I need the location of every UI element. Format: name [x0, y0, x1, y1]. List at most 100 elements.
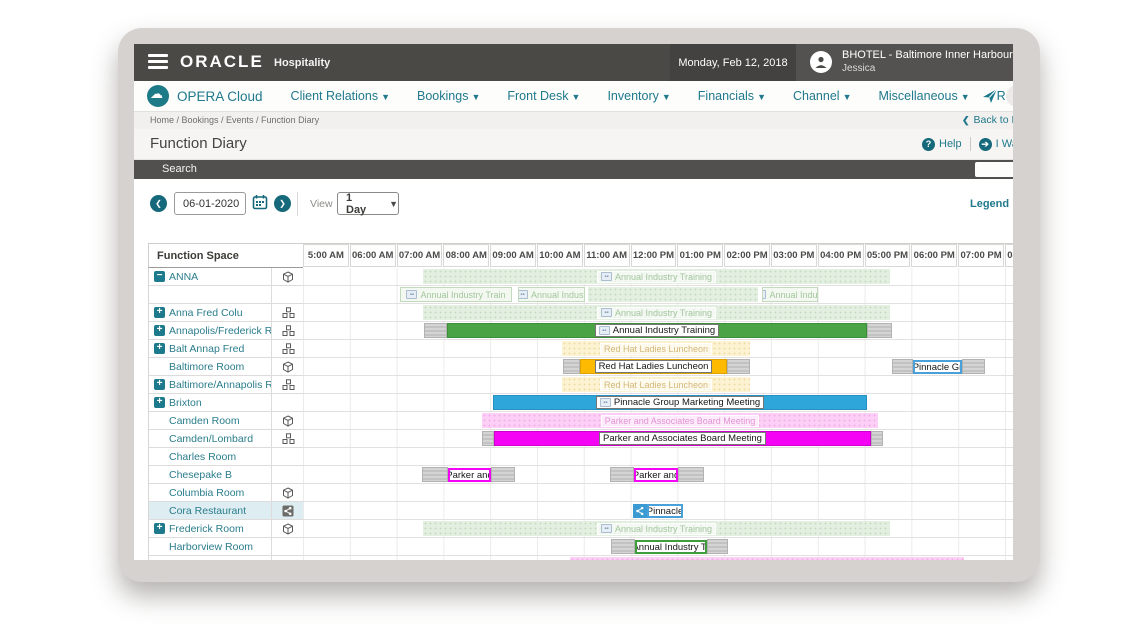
previous-day-button[interactable]: ❮ — [150, 195, 167, 212]
nav-item-front-desk[interactable]: Front Desk▼ — [507, 89, 580, 103]
function-space-name[interactable]: Chesepake B — [169, 469, 232, 481]
expand-icon[interactable]: + — [154, 307, 165, 318]
user-avatar-icon — [810, 51, 832, 73]
function-space-name[interactable]: Frederick Room — [169, 523, 244, 535]
expand-icon[interactable]: + — [154, 343, 165, 354]
function-space-name[interactable]: Columbia Room — [169, 487, 244, 499]
top-bar: ORACLE Hospitality Monday, Feb 12, 2018 … — [134, 44, 1013, 81]
i-want-to-icon[interactable]: ➔ — [979, 138, 992, 151]
event-bar[interactable]: ▪▪Annual Industry Training — [447, 323, 867, 338]
function-space-row: + Brixton — [148, 394, 303, 412]
event-label: Red Hat Ladies Luncheon — [600, 343, 712, 355]
function-space-row: Columbia Room — [148, 484, 303, 502]
legend-button[interactable]: Legend — [970, 198, 1009, 210]
time-slot: 10:00 AM — [537, 244, 583, 267]
function-space-name[interactable]: Baltimore Room — [169, 361, 244, 373]
help-icon[interactable]: ? — [922, 138, 935, 151]
event-bar[interactable]: Red Hat Ladies Luncheon — [562, 377, 750, 392]
event-bar[interactable]: ▪▪Pinnacle Group Marketing Meeting — [493, 395, 867, 410]
date-input[interactable] — [174, 192, 246, 215]
function-space-name[interactable]: Harborview Room — [169, 541, 253, 553]
function-space-name[interactable]: Charles Room — [169, 451, 236, 463]
nav-item-client-relations[interactable]: Client Relations▼ — [291, 89, 390, 103]
time-slot: 08:00 PM — [1005, 244, 1013, 267]
chevron-down-icon: ▼ — [572, 92, 581, 102]
breadcrumb[interactable]: Home / Bookings / Events / Function Diar… — [150, 115, 319, 125]
next-day-button[interactable]: ❯ — [274, 195, 291, 212]
setup-teardown-block[interactable] — [892, 359, 913, 374]
function-space-name[interactable]: Balt Annap Fred — [169, 343, 244, 355]
rocket-icon[interactable] — [980, 86, 1000, 106]
setup-teardown-block[interactable] — [727, 359, 750, 374]
event-label: ▪▪Pinnacle Group Marketing Meeting — [596, 396, 764, 409]
event-bar[interactable]: Pinnacle — [647, 504, 683, 518]
event-bar[interactable]: ▪▪Annual Indust — [518, 287, 585, 302]
calendar-icon[interactable] — [252, 194, 268, 210]
event-bar[interactable]: Parker and — [448, 468, 491, 482]
event-label: ▪▪Annual Industry Training — [597, 523, 716, 535]
event-bar[interactable]: ▪▪Annual Indust — [762, 287, 818, 302]
collapse-icon[interactable]: − — [154, 271, 165, 282]
setup-teardown-block[interactable] — [678, 467, 704, 482]
expand-icon[interactable]: + — [154, 397, 165, 408]
function-space-name[interactable]: Camden Room — [169, 415, 240, 427]
event-bar[interactable]: Red Hat Ladies Luncheon — [580, 359, 727, 374]
nav-item-bookings[interactable]: Bookings▼ — [417, 89, 480, 103]
hamburger-menu-icon[interactable] — [148, 54, 168, 70]
expand-icon[interactable]: + — [154, 523, 165, 534]
setup-teardown-block[interactable] — [610, 467, 634, 482]
event-bar[interactable]: Parker and Associates Board Meeting — [494, 431, 871, 446]
view-select[interactable]: 1 Day▼ — [337, 192, 399, 215]
setup-teardown-block[interactable] — [962, 359, 985, 374]
opera-cloud-icon[interactable]: ☁ — [147, 85, 169, 107]
expand-icon[interactable]: + — [154, 325, 165, 336]
setup-teardown-block[interactable] — [424, 323, 447, 338]
grid-row[interactable] — [303, 448, 1013, 466]
search-action-button[interactable] — [975, 162, 1013, 177]
app-window: ORACLE Hospitality Monday, Feb 12, 2018 … — [134, 44, 1013, 560]
grid-row[interactable] — [303, 484, 1013, 502]
function-space-name[interactable]: ANNA — [169, 271, 198, 283]
share-icon[interactable] — [633, 504, 647, 518]
nav-item-inventory[interactable]: Inventory▼ — [607, 89, 670, 103]
nav-item-financials[interactable]: Financials▼ — [698, 89, 766, 103]
nav-item-miscellaneous[interactable]: Miscellaneous▼ — [878, 89, 969, 103]
function-space-name[interactable]: Annapolis/Frederick Room — [169, 325, 271, 337]
event-bar[interactable]: Red Hat Ladies Luncheon — [562, 341, 750, 356]
setup-teardown-block[interactable] — [491, 467, 515, 482]
function-space-name[interactable]: Camden/Lombard — [169, 433, 253, 445]
nav-item-channel[interactable]: Channel▼ — [793, 89, 852, 103]
function-space-name[interactable]: Brixton — [169, 397, 202, 409]
event-bar[interactable]: Pinnacle Gr — [913, 360, 962, 374]
function-space-name[interactable]: Anna Fred Colu — [169, 307, 243, 319]
function-space-name[interactable]: Baltimore/Annapolis Roo — [169, 379, 271, 391]
setup-teardown-block[interactable] — [871, 431, 883, 446]
setup-teardown-block[interactable] — [482, 431, 494, 446]
event-bar[interactable]: Parker and Associates Board Meeting — [482, 413, 878, 428]
event-bar[interactable]: ▪▪Annual Industry Train — [400, 287, 512, 302]
account-area[interactable]: BHOTEL - Baltimore Inner Harbour East H … — [796, 44, 1013, 81]
event-type-icon: ▪▪ — [601, 524, 612, 533]
help-link[interactable]: Help — [939, 138, 962, 150]
function-space-row: Harborview Room — [148, 538, 303, 556]
opera-cloud-label[interactable]: OPERA Cloud — [177, 89, 263, 104]
function-space-row — [148, 556, 303, 560]
setup-teardown-block[interactable] — [422, 467, 448, 482]
event-bar[interactable] — [588, 287, 758, 302]
setup-teardown-block[interactable] — [707, 539, 728, 554]
function-space-name[interactable]: Cora Restaurant — [169, 505, 246, 517]
time-slot: 04:00 PM — [818, 244, 864, 267]
event-bar[interactable]: Parker and — [634, 468, 678, 482]
event-bar[interactable]: ▪▪Annual Industry Training — [423, 521, 890, 536]
search-bar[interactable]: Search — [134, 160, 1013, 179]
i-want-to-link[interactable]: I Wan — [996, 138, 1013, 150]
event-bar[interactable]: Annual Industry Tr — [635, 540, 707, 554]
setup-teardown-block[interactable] — [611, 539, 635, 554]
setup-teardown-block[interactable] — [867, 323, 892, 338]
event-bar[interactable] — [570, 557, 964, 560]
expand-icon[interactable]: + — [154, 379, 165, 390]
setup-teardown-block[interactable] — [563, 359, 580, 374]
back-link[interactable]: ❮Back to K — [962, 114, 1013, 126]
event-bar[interactable]: ▪▪Annual Industry Training — [423, 269, 890, 284]
event-bar[interactable]: ▪▪Annual Industry Training — [423, 305, 890, 320]
